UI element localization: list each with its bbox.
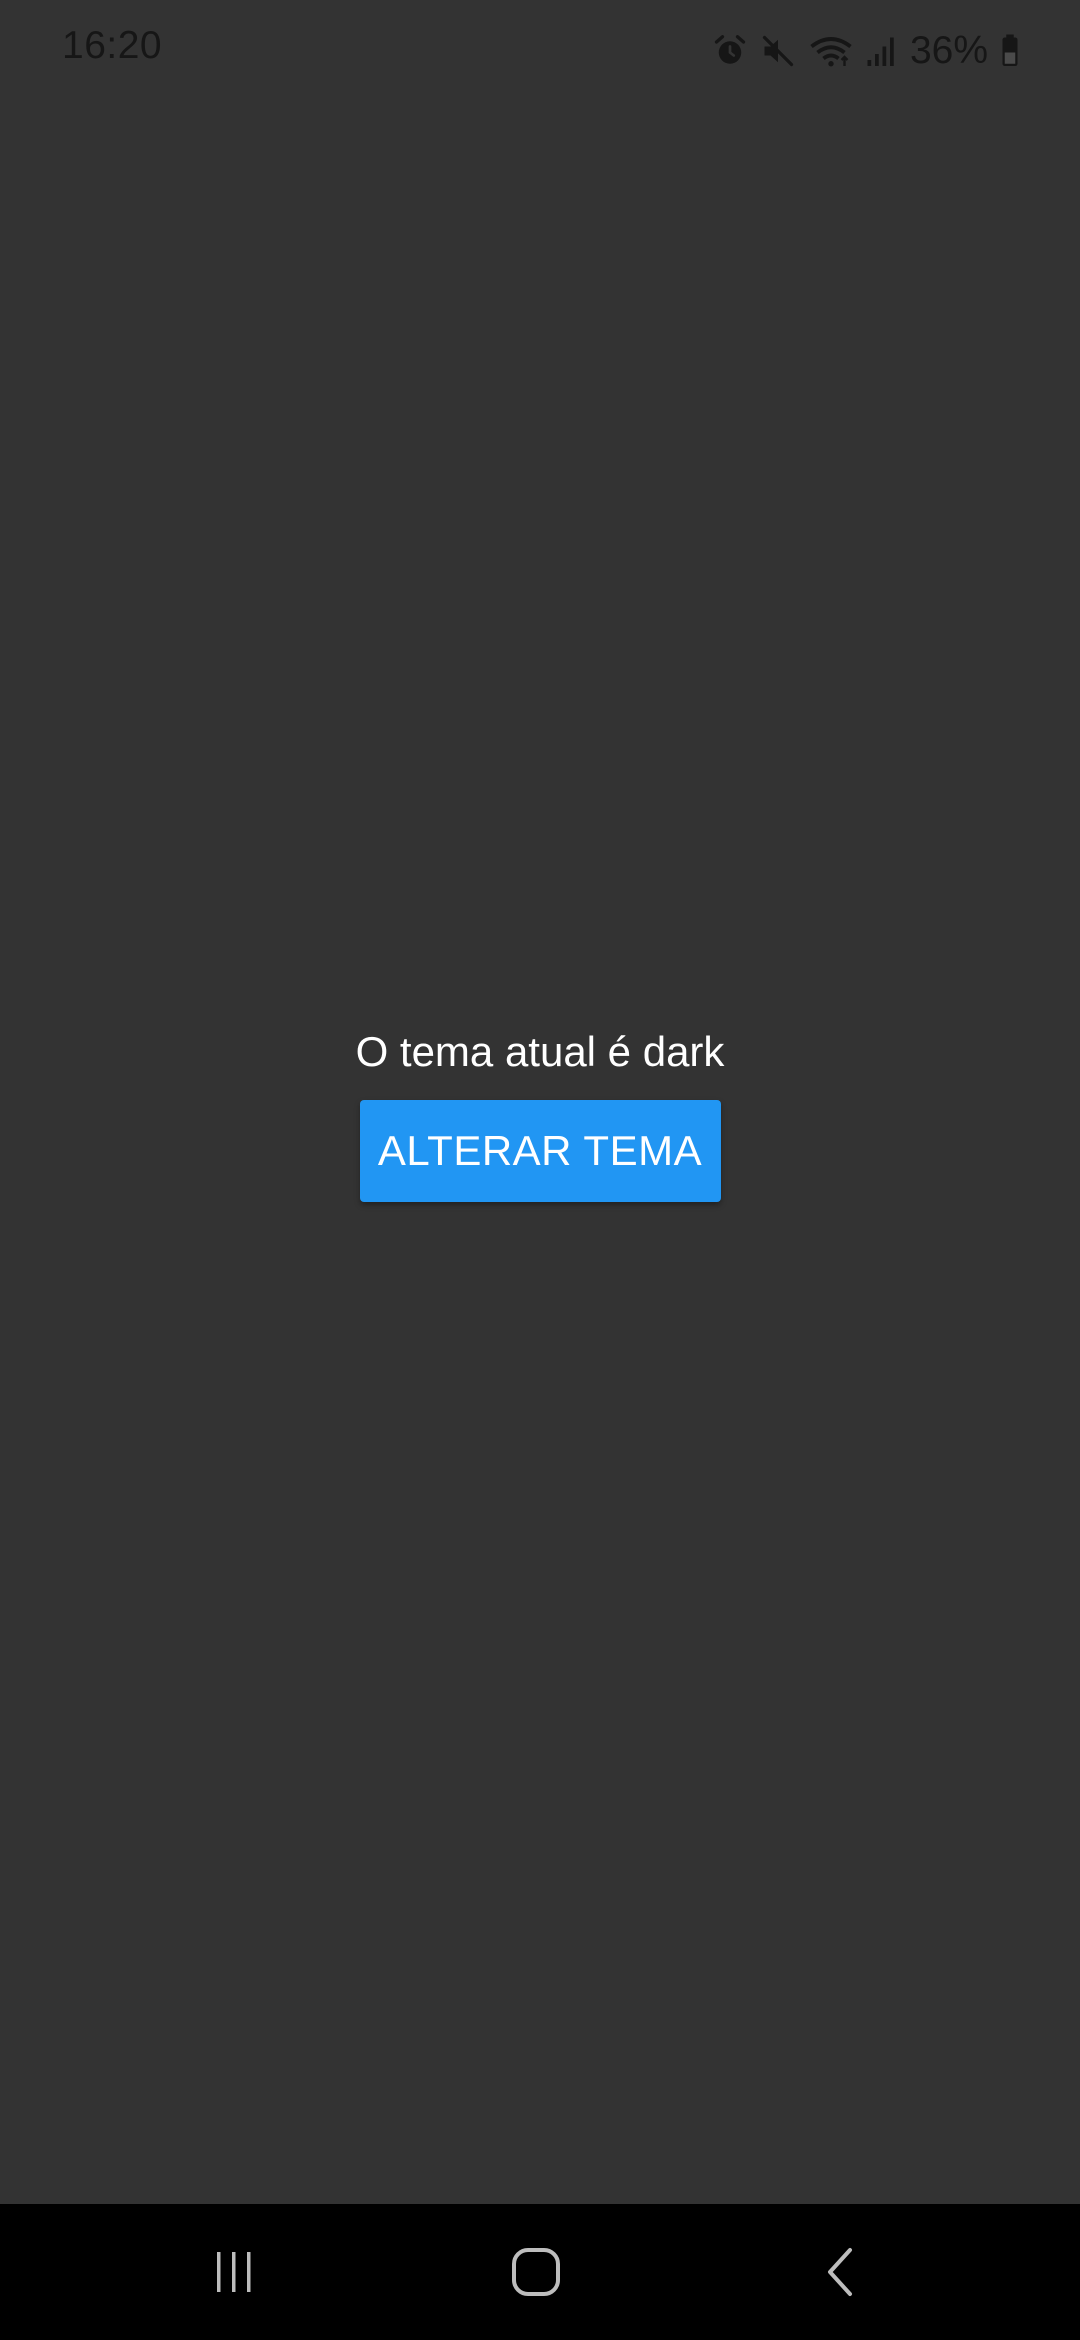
back-icon	[828, 2248, 852, 2296]
back-button[interactable]	[740, 2204, 940, 2340]
recents-icon	[217, 2252, 251, 2292]
status-time: 16:20	[62, 24, 163, 67]
main-content: O tema atual é dark ALTERAR TEMA	[0, 1020, 1080, 1202]
toggle-theme-button[interactable]: ALTERAR TEMA	[359, 1100, 721, 1202]
home-icon	[512, 2248, 560, 2296]
status-bar: 16:20 36%	[0, 0, 1080, 100]
home-button[interactable]	[436, 2204, 636, 2340]
battery-percent: 36%	[909, 29, 988, 72]
status-icons: 36%	[712, 26, 1020, 76]
mute-icon	[760, 33, 796, 69]
theme-status-text: O tema atual é dark	[355, 1028, 725, 1075]
recents-button[interactable]	[134, 2204, 334, 2340]
battery-icon	[1000, 33, 1020, 69]
wifi-icon	[808, 33, 854, 69]
alarm-icon	[712, 33, 748, 69]
signal-icon	[866, 33, 896, 69]
navigation-bar	[0, 2204, 1080, 2340]
app-screen: 16:20 36% O tema atual é dark ALTERAR TE…	[0, 0, 1080, 2340]
